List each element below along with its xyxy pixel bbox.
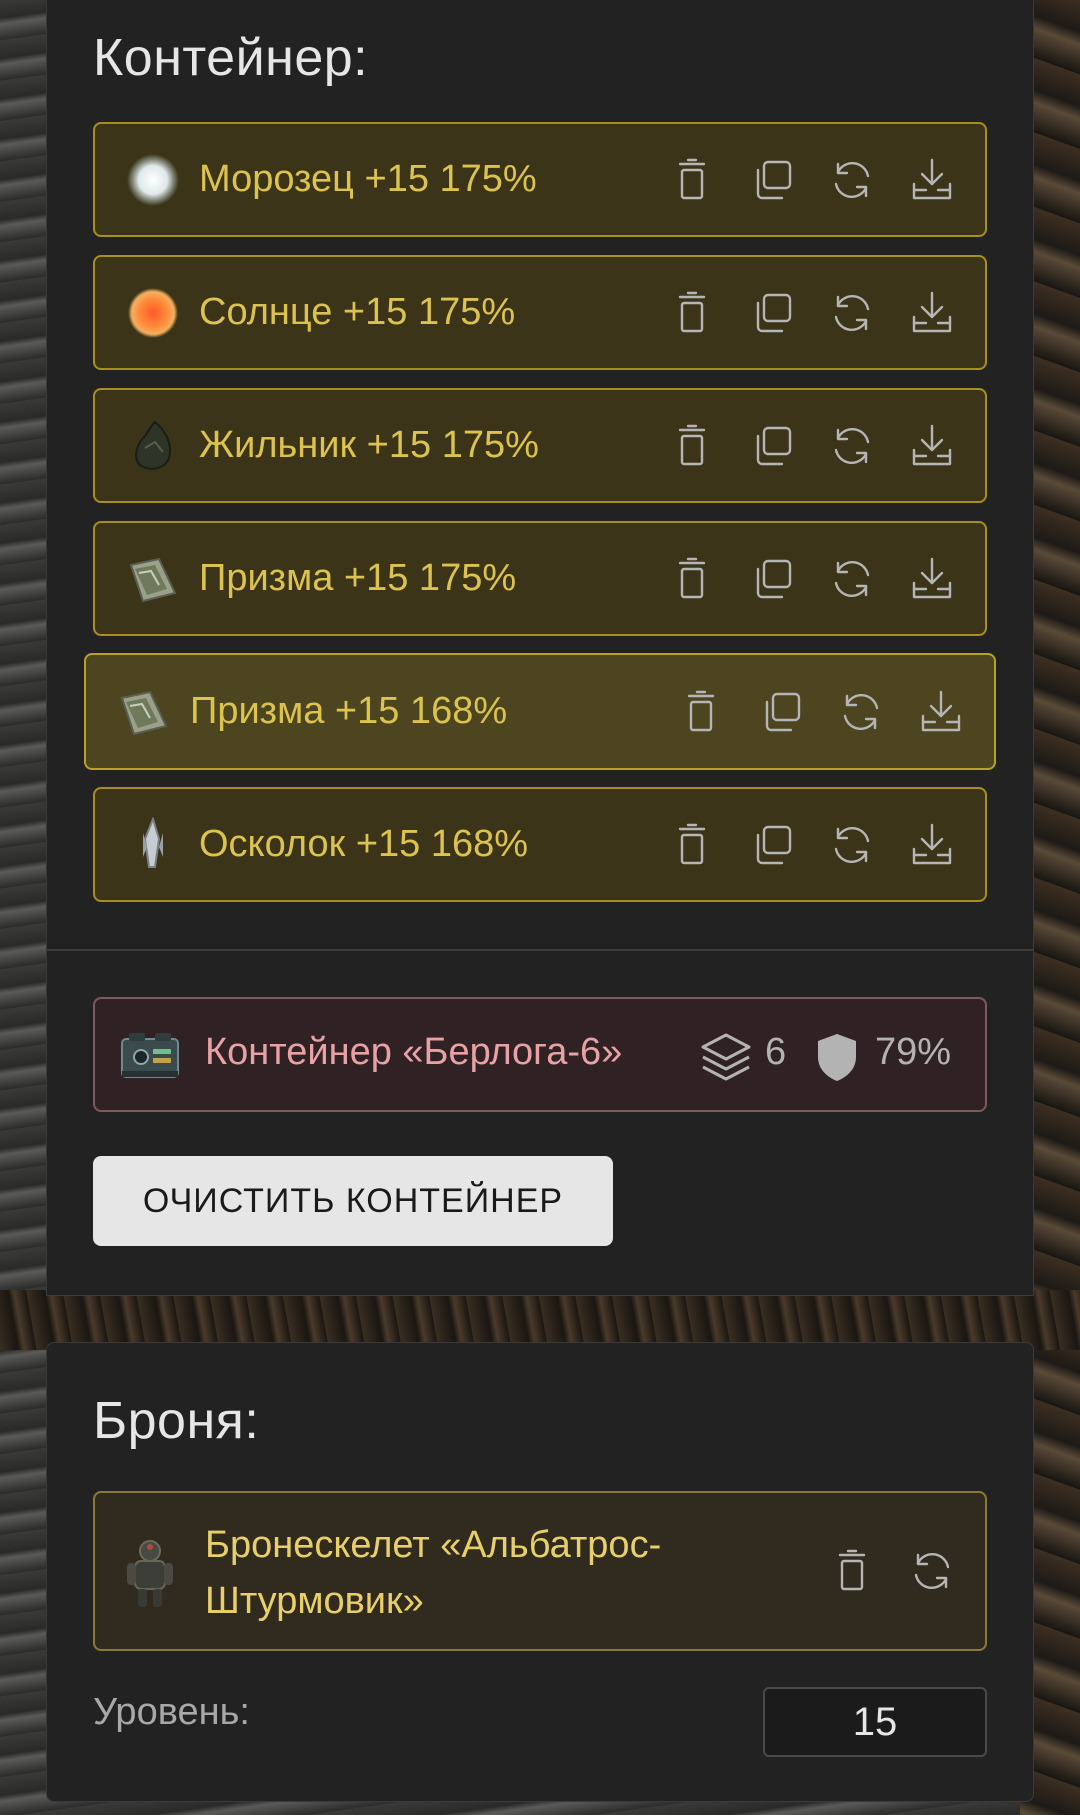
copy-artifact-button[interactable] [747, 421, 797, 471]
download-artifact-button[interactable] [907, 155, 957, 205]
armor-section-title: Броня: [93, 1392, 260, 1450]
download-icon [912, 158, 952, 199]
copy-artifact-button[interactable] [747, 554, 797, 604]
refresh-icon [834, 427, 870, 464]
trash-icon [838, 1549, 866, 1591]
replace-artifact-button[interactable] [827, 820, 877, 870]
trash-icon [678, 158, 706, 199]
copy-artifact-button[interactable] [747, 820, 797, 870]
delete-artifact-button[interactable] [667, 288, 717, 338]
copy-artifact-button[interactable] [747, 155, 797, 205]
artifact-actions [676, 687, 966, 737]
delete-artifact-button[interactable] [667, 421, 717, 471]
background-scenery-gap [0, 1290, 1080, 1350]
copy-icon [756, 293, 792, 332]
delete-artifact-button[interactable] [667, 554, 717, 604]
copy-icon [756, 426, 792, 465]
copy-artifact-button[interactable] [756, 687, 806, 737]
artifact-label: Осколок +15 168% [199, 823, 529, 865]
delete-artifact-button[interactable] [667, 820, 717, 870]
prism-icon [125, 551, 181, 607]
trash-icon [678, 557, 706, 598]
frost-orb-icon [125, 152, 181, 208]
container-capacity: 6 [765, 1031, 787, 1073]
artifact-actions [667, 820, 957, 870]
replace-artifact-button[interactable] [827, 554, 877, 604]
download-artifact-button[interactable] [907, 554, 957, 604]
download-icon [912, 424, 952, 465]
vein-stone-icon [125, 418, 181, 474]
download-icon [912, 291, 952, 332]
armor-panel: Броня: Бронескелет «Альбатрос-Штурмовик» [46, 1342, 1034, 1802]
download-icon [921, 690, 961, 731]
container-case-icon [121, 1033, 179, 1078]
artifact-label: Морозец +15 175% [199, 158, 537, 200]
shield-icon [818, 1034, 856, 1081]
replace-artifact-button[interactable] [827, 155, 877, 205]
container-protection: 79% [875, 1031, 952, 1073]
artifact-row[interactable]: Призма +15 168% [84, 653, 996, 770]
artifact-actions [667, 288, 957, 338]
artifact-row[interactable]: Осколок +15 168% [93, 787, 987, 902]
artifact-actions [667, 554, 957, 604]
prism-icon [116, 684, 172, 740]
level-label: Уровень: [93, 1691, 250, 1733]
download-icon [912, 557, 952, 598]
refresh-icon [834, 560, 870, 597]
exoskeleton-icon [127, 1540, 173, 1607]
copy-icon [765, 692, 801, 731]
artifact-label: Солнце +15 175% [199, 291, 516, 333]
download-artifact-button[interactable] [907, 288, 957, 338]
container-panel: Контейнер: Морозец +15 175% Солнце +15 1… [46, 0, 1034, 1296]
artifact-actions [667, 155, 957, 205]
layers-icon [701, 1033, 751, 1081]
copy-icon [756, 825, 792, 864]
trash-icon [678, 291, 706, 332]
container-section-title: Контейнер: [93, 29, 369, 87]
replace-artifact-button[interactable] [836, 687, 886, 737]
trash-icon [678, 424, 706, 465]
armor-actions [827, 1546, 957, 1596]
replace-armor-button[interactable] [907, 1546, 957, 1596]
delete-armor-button[interactable] [827, 1546, 877, 1596]
container-item[interactable]: Контейнер «Берлога-6» 6 79% [93, 997, 987, 1112]
armor-item[interactable]: Бронескелет «Альбатрос-Штурмовик» [93, 1491, 987, 1651]
container-name: Контейнер «Берлога-6» [205, 1031, 623, 1073]
replace-artifact-button[interactable] [827, 421, 877, 471]
artifact-row[interactable]: Жильник +15 175% [93, 388, 987, 503]
download-artifact-button[interactable] [907, 421, 957, 471]
download-icon [912, 823, 952, 864]
replace-artifact-button[interactable] [827, 288, 877, 338]
refresh-icon [834, 826, 870, 863]
artifact-row[interactable]: Морозец +15 175% [93, 122, 987, 237]
refresh-icon [843, 693, 879, 730]
artifact-actions [667, 421, 957, 471]
copy-icon [756, 559, 792, 598]
level-input[interactable] [763, 1687, 987, 1757]
copy-artifact-button[interactable] [747, 288, 797, 338]
download-artifact-button[interactable] [907, 820, 957, 870]
artifact-row[interactable]: Солнце +15 175% [93, 255, 987, 370]
delete-artifact-button[interactable] [676, 687, 726, 737]
artifact-label: Призма +15 168% [190, 690, 508, 732]
section-divider [47, 949, 1033, 951]
artifact-label: Призма +15 175% [199, 557, 517, 599]
artifact-row[interactable]: Призма +15 175% [93, 521, 987, 636]
clear-container-button[interactable]: ОЧИСТИТЬ КОНТЕЙНЕР [93, 1156, 613, 1246]
refresh-icon [834, 294, 870, 331]
shard-crystal-icon [125, 816, 181, 873]
refresh-icon [834, 161, 870, 198]
armor-name: Бронескелет «Альбатрос-Штурмовик» [205, 1524, 662, 1622]
artifact-label: Жильник +15 175% [199, 424, 539, 466]
delete-artifact-button[interactable] [667, 155, 717, 205]
sun-orb-icon [125, 285, 181, 341]
refresh-icon [914, 1552, 950, 1590]
download-artifact-button[interactable] [916, 687, 966, 737]
trash-icon [678, 823, 706, 864]
trash-icon [687, 690, 715, 731]
copy-icon [756, 160, 792, 199]
